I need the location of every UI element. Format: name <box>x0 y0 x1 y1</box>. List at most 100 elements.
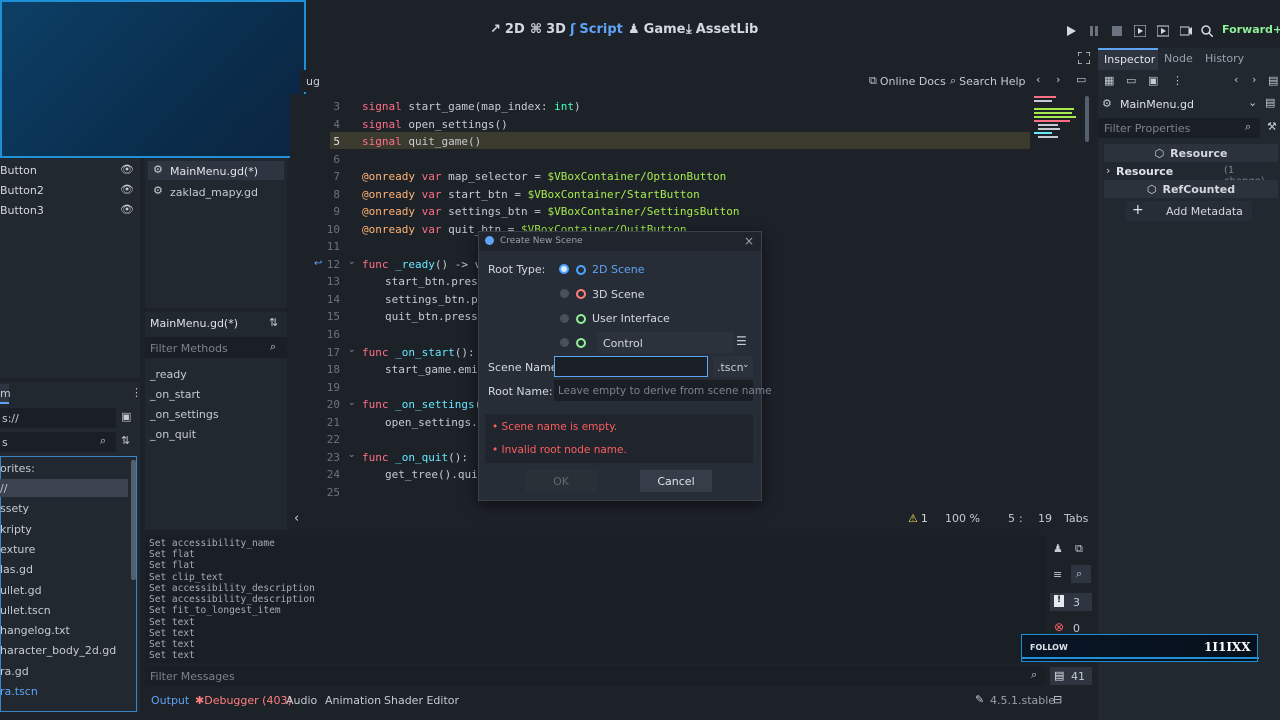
radio-3d-scene[interactable] <box>560 289 569 298</box>
distraction-free-icon[interactable]: ▭ <box>1076 73 1086 86</box>
file-item[interactable]: ullet.gd <box>0 584 42 597</box>
fullscreen-icon[interactable] <box>1078 52 1090 64</box>
tab-output[interactable]: Output <box>151 694 189 707</box>
file-item[interactable]: ra.tscn <box>0 685 38 698</box>
tab-history[interactable]: History <box>1205 52 1244 65</box>
filesystem-tab[interactable]: m <box>0 384 11 404</box>
more-options-icon[interactable]: ⋮ <box>1172 74 1183 87</box>
filter-messages-input[interactable]: Filter Messages ⌕ <box>145 666 1045 686</box>
resource-section-header[interactable]: ⬡ Resource <box>1104 144 1278 162</box>
file-item[interactable]: ullet.tscn <box>0 604 51 617</box>
sort-icon[interactable]: ⇅ <box>269 316 278 329</box>
file-item[interactable]: ssety <box>0 502 29 515</box>
open-folder-icon[interactable]: ▭ <box>1126 74 1136 87</box>
connection-icon[interactable]: ↩ <box>314 258 322 269</box>
online-docs-button[interactable]: ⧉ Online Docs <box>869 74 946 88</box>
search-toggle[interactable]: ⌕ <box>1071 565 1091 583</box>
ok-button[interactable]: OK <box>525 470 597 492</box>
tab-audio[interactable]: Audio <box>286 694 317 707</box>
add-metadata-button[interactable]: + Add Metadata <box>1126 201 1252 221</box>
close-icon[interactable]: × <box>744 234 754 248</box>
toggle-panel-icon[interactable]: ⊟ <box>1053 693 1062 706</box>
inspected-object-select[interactable]: ⚙ MainMenu.gd ⌄ <box>1102 95 1257 113</box>
radio-2d-scene[interactable] <box>559 264 569 274</box>
cancel-button[interactable]: Cancel <box>640 470 712 492</box>
clear-output-icon[interactable]: ♟ <box>1053 542 1063 555</box>
history-forward-icon[interactable]: › <box>1056 73 1060 86</box>
option-3d-scene[interactable]: 3D Scene <box>592 288 645 301</box>
messages-filter[interactable]: ▤ 41 <box>1050 667 1092 685</box>
radio-user-interface[interactable] <box>560 314 569 323</box>
editor-scrollbar[interactable] <box>1085 96 1089 142</box>
tab-game[interactable]: ♟ Game <box>628 22 685 37</box>
file-search-input[interactable]: s ⌕ <box>0 432 116 452</box>
script-menu-partial[interactable]: ug <box>306 75 320 88</box>
file-item[interactable]: hangelog.txt <box>0 624 70 637</box>
file-item[interactable]: las.gd <box>0 563 33 576</box>
split-view-icon[interactable]: ▣ <box>121 410 131 423</box>
remote-debug-icon[interactable] <box>1200 24 1214 38</box>
collapse-left-icon[interactable]: ‹ <box>294 511 299 526</box>
file-item[interactable]: ra.gd <box>0 665 29 678</box>
object-history-icon[interactable]: ▤ <box>1268 74 1278 87</box>
history-back-icon[interactable]: ‹ <box>1036 73 1040 86</box>
tab-inspector[interactable]: Inspector <box>1098 48 1158 70</box>
radio-custom[interactable] <box>560 338 569 347</box>
method-item[interactable]: _ready <box>150 368 187 381</box>
play-custom-icon[interactable] <box>1156 24 1170 38</box>
filter-properties-input[interactable]: Filter Properties ⌕ <box>1098 118 1260 138</box>
new-resource-icon[interactable]: ▦ <box>1104 74 1114 87</box>
option-user-interface[interactable]: User Interface <box>592 312 670 325</box>
pause-icon[interactable] <box>1087 24 1101 38</box>
search-help-button[interactable]: ⌕ Search Help <box>950 74 1026 88</box>
visibility-eye-icon[interactable]: 👁 <box>120 183 134 196</box>
indent-mode[interactable]: Tabs <box>1064 512 1088 525</box>
fold-icon[interactable]: ⌄ <box>348 345 356 355</box>
word-wrap-icon[interactable]: ≡ <box>1053 568 1062 581</box>
tab-node[interactable]: Node <box>1164 52 1193 65</box>
script-item-active[interactable]: ⚙ MainMenu.gd(*) <box>148 161 284 180</box>
root-name-input[interactable]: Leave empty to derive from scene name <box>554 380 772 401</box>
script-item[interactable]: ⚙ zaklad_mapy.gd <box>148 182 284 201</box>
option-2d-scene[interactable]: 2D Scene <box>592 263 645 276</box>
file-item[interactable]: kripty <box>0 523 32 536</box>
tab-2d[interactable]: ↗ 2D <box>490 22 525 37</box>
tab-assetlib[interactable]: ⤓ AssetLib <box>686 22 758 37</box>
copy-icon[interactable]: ⧉ <box>1075 542 1083 556</box>
sort-icon[interactable]: ⇅ <box>121 434 130 447</box>
path-field[interactable]: s:// <box>0 408 116 428</box>
fold-icon[interactable]: ⌄ <box>348 257 356 267</box>
scene-name-input[interactable] <box>554 356 708 377</box>
scene-node-button3[interactable]: Button3 <box>0 204 44 217</box>
version-label[interactable]: 4.5.1.stable <box>990 694 1055 707</box>
renderer-select[interactable]: Forward+ <box>1222 23 1280 36</box>
fold-icon[interactable]: ⌄ <box>348 450 356 460</box>
zoom-level[interactable]: 100 % <box>945 512 980 525</box>
custom-type-field[interactable]: Control <box>597 332 734 353</box>
filter-methods-input[interactable]: Filter Methods ⌕ <box>145 337 287 358</box>
play-icon[interactable] <box>1064 24 1078 38</box>
method-item[interactable]: _on_quit <box>150 428 196 441</box>
file-item[interactable]: // <box>0 482 7 495</box>
object-properties-icon[interactable]: ▤ <box>1265 96 1275 109</box>
tools-icon[interactable]: ⚒ <box>1267 120 1277 133</box>
warnings-filter[interactable]: ! 3 <box>1050 593 1092 611</box>
visibility-eye-icon[interactable]: 👁 <box>120 203 134 216</box>
stop-icon[interactable] <box>1110 24 1124 38</box>
method-item[interactable]: _on_start <box>150 388 200 401</box>
fold-icon[interactable]: ⌄ <box>348 398 356 408</box>
visibility-eye-icon[interactable]: 👁 <box>120 163 134 176</box>
tab-shader-editor[interactable]: Shader Editor <box>384 694 459 707</box>
file-item[interactable]: exture <box>0 543 35 556</box>
tab-script[interactable]: ʃ Script <box>570 22 623 37</box>
method-item[interactable]: _on_settings <box>150 408 219 421</box>
tab-3d[interactable]: ⌘ 3D <box>530 22 566 37</box>
minimap[interactable] <box>1034 96 1080 140</box>
resource-row[interactable]: › Resource (1 change) <box>1106 163 1278 187</box>
history-back-icon[interactable]: ‹ <box>1234 73 1238 86</box>
extension-select[interactable]: .tscn ⌄ <box>713 356 753 377</box>
movie-icon[interactable] <box>1179 24 1193 38</box>
save-icon[interactable]: ▣ <box>1148 74 1158 87</box>
more-options-icon[interactable]: ⋮ <box>131 386 142 399</box>
scrollbar[interactable] <box>131 460 136 580</box>
